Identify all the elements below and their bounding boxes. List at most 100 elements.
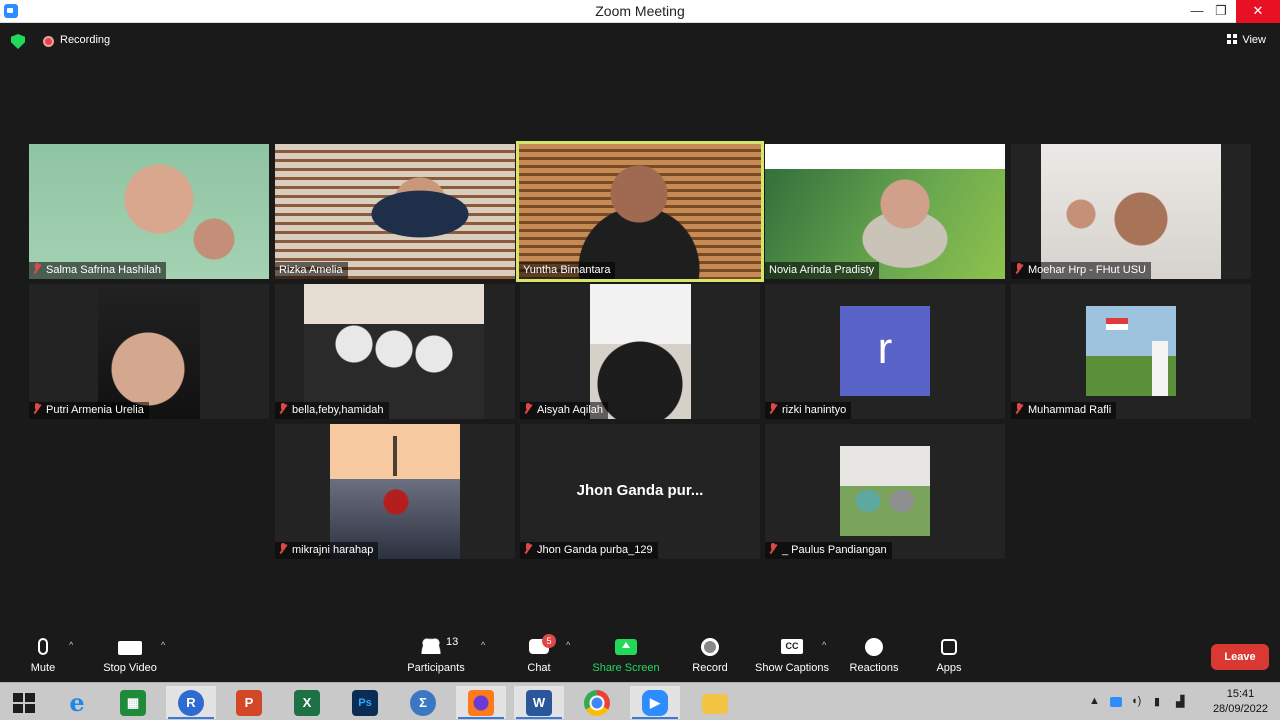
taskbar-excel[interactable]: X	[282, 686, 332, 719]
folder-icon	[702, 694, 728, 714]
windows-logo-icon	[13, 693, 35, 713]
taskbar-zoom[interactable]: ▶	[630, 686, 680, 719]
share-screen-button[interactable]: Share Screen	[590, 636, 662, 674]
taskbar-r-console[interactable]: R	[166, 686, 216, 719]
video-tile[interactable]: Moehar Hrp - FHut USU	[1011, 144, 1251, 279]
participant-name: Yuntha Bimantara	[523, 264, 611, 276]
participants-icon	[421, 638, 441, 654]
taskbar-internet-explorer[interactable]: e	[52, 686, 102, 719]
participant-name: Putri Armenia Urelia	[46, 404, 144, 416]
mute-options-chevron-icon[interactable]: ^	[69, 640, 73, 650]
show-captions-button[interactable]: CC Show Captions	[752, 636, 832, 674]
participant-profile-photo	[840, 446, 930, 536]
muted-mic-icon	[524, 543, 532, 554]
taskbar-powerpoint[interactable]: P	[224, 686, 274, 719]
participant-name: Jhon Ganda purba_129	[537, 544, 653, 556]
participant-video	[275, 144, 515, 279]
participant-nametag: Rizka Amelia	[275, 262, 348, 279]
video-tile[interactable]: bella,feby,hamidah	[275, 284, 515, 419]
participant-video	[519, 144, 761, 279]
apps-label: Apps	[936, 662, 962, 674]
video-tile[interactable]: r rizki hanintyo	[765, 284, 1005, 419]
chat-options-chevron-icon[interactable]: ^	[566, 640, 570, 650]
participant-video	[304, 284, 484, 419]
participant-avatar: r	[840, 306, 930, 396]
taskbar-file-explorer[interactable]	[690, 686, 740, 719]
stop-video-label: Stop Video	[103, 662, 157, 674]
windows-taskbar: e ▦ R P X Ps Σ W ▶ ▲ ◖) ▮ ▟ 15:41 28/09/…	[0, 682, 1280, 720]
network-signal-icon[interactable]: ▟	[1176, 695, 1184, 708]
recording-label[interactable]: Recording	[60, 34, 110, 46]
battery-icon[interactable]: ▮	[1154, 695, 1160, 708]
taskbar-chrome[interactable]	[572, 686, 622, 719]
taskbar-math-input[interactable]: Σ	[398, 686, 448, 719]
reactions-button[interactable]: Reactions	[846, 636, 902, 674]
taskbar-clock[interactable]: 15:41 28/09/2022	[1213, 687, 1268, 717]
video-tile[interactable]: Muhammad Rafli	[1011, 284, 1251, 419]
volume-icon[interactable]: ◖)	[1131, 695, 1141, 707]
close-button[interactable]: ✕	[1236, 0, 1280, 23]
share-screen-icon	[615, 639, 637, 655]
participant-nametag: Novia Arinda Pradisty	[765, 262, 880, 279]
share-screen-label: Share Screen	[592, 662, 660, 674]
video-camera-icon	[118, 641, 142, 655]
participant-name: _ Paulus Pandiangan	[782, 544, 887, 556]
participants-button[interactable]: 13 Participants	[402, 636, 470, 674]
muted-mic-icon	[279, 403, 287, 414]
video-tile[interactable]: Salma Safrina Hashilah	[29, 144, 269, 279]
stop-video-button[interactable]: Stop Video	[98, 636, 162, 674]
encryption-shield-icon[interactable]	[11, 34, 25, 49]
participants-label: Participants	[407, 662, 465, 674]
video-options-chevron-icon[interactable]: ^	[161, 640, 165, 650]
video-tile[interactable]: Aisyah Aqilah	[520, 284, 760, 419]
tray-overflow-chevron-icon[interactable]: ▲	[1089, 695, 1100, 707]
firefox-icon	[468, 690, 494, 716]
participant-profile-photo	[1086, 306, 1176, 396]
maximize-button[interactable]: ❐	[1206, 0, 1236, 23]
participant-name: rizki hanintyo	[782, 404, 847, 416]
participants-icon-wrap: 13	[411, 636, 461, 656]
leave-button[interactable]: Leave	[1211, 644, 1269, 670]
apps-button[interactable]: Apps	[930, 636, 968, 674]
video-tile[interactable]: Novia Arinda Pradisty	[765, 144, 1005, 279]
view-button[interactable]: View	[1227, 34, 1266, 46]
video-tile[interactable]: Rizka Amelia	[275, 144, 515, 279]
windows-start-button[interactable]	[0, 686, 50, 719]
photoshop-icon: Ps	[352, 690, 378, 716]
video-tile[interactable]: mikrajni harahap	[275, 424, 515, 559]
zoom-tray-icon[interactable]	[1110, 697, 1122, 707]
taskbar-photoshop[interactable]: Ps	[340, 686, 390, 719]
captions-options-chevron-icon[interactable]: ^	[822, 640, 826, 650]
video-tile[interactable]: Jhon Ganda pur... Jhon Ganda purba_129	[520, 424, 760, 559]
taskbar-firefox[interactable]	[456, 686, 506, 719]
clock-time: 15:41	[1226, 688, 1255, 700]
smiley-reaction-icon	[865, 638, 883, 656]
participant-name: bella,feby,hamidah	[292, 404, 384, 416]
muted-mic-icon	[33, 263, 41, 274]
participant-nametag: Yuntha Bimantara	[519, 262, 616, 279]
participant-name: Moehar Hrp - FHut USU	[1028, 264, 1146, 276]
video-tile[interactable]: _ Paulus Pandiangan	[765, 424, 1005, 559]
record-button[interactable]: Record	[688, 636, 732, 674]
participant-nametag: _ Paulus Pandiangan	[765, 542, 892, 559]
meeting-topbar: Recording View	[0, 23, 1280, 59]
participant-video	[98, 284, 200, 419]
video-tile[interactable]: Putri Armenia Urelia	[29, 284, 269, 419]
participant-video	[765, 144, 1005, 279]
share-arrow-icon	[622, 642, 630, 648]
participants-options-chevron-icon[interactable]: ^	[481, 640, 485, 650]
reactions-label: Reactions	[849, 662, 899, 674]
video-tile-active-speaker[interactable]: Yuntha Bimantara	[516, 141, 764, 282]
participant-display-name: Jhon Ganda pur...	[576, 482, 704, 499]
windows-store-icon: ▦	[120, 690, 146, 716]
participant-name: mikrajni harahap	[292, 544, 374, 556]
view-label: View	[1242, 34, 1266, 46]
taskbar-word[interactable]: W	[514, 686, 564, 719]
r-language-icon: R	[178, 690, 204, 716]
muted-mic-icon	[1015, 403, 1023, 414]
muted-mic-icon	[33, 403, 41, 414]
participant-nametag: Putri Armenia Urelia	[29, 402, 149, 419]
mute-button[interactable]: Mute	[26, 636, 60, 674]
taskbar-store[interactable]: ▦	[108, 686, 158, 719]
participant-nametag: Aisyah Aqilah	[520, 402, 609, 419]
